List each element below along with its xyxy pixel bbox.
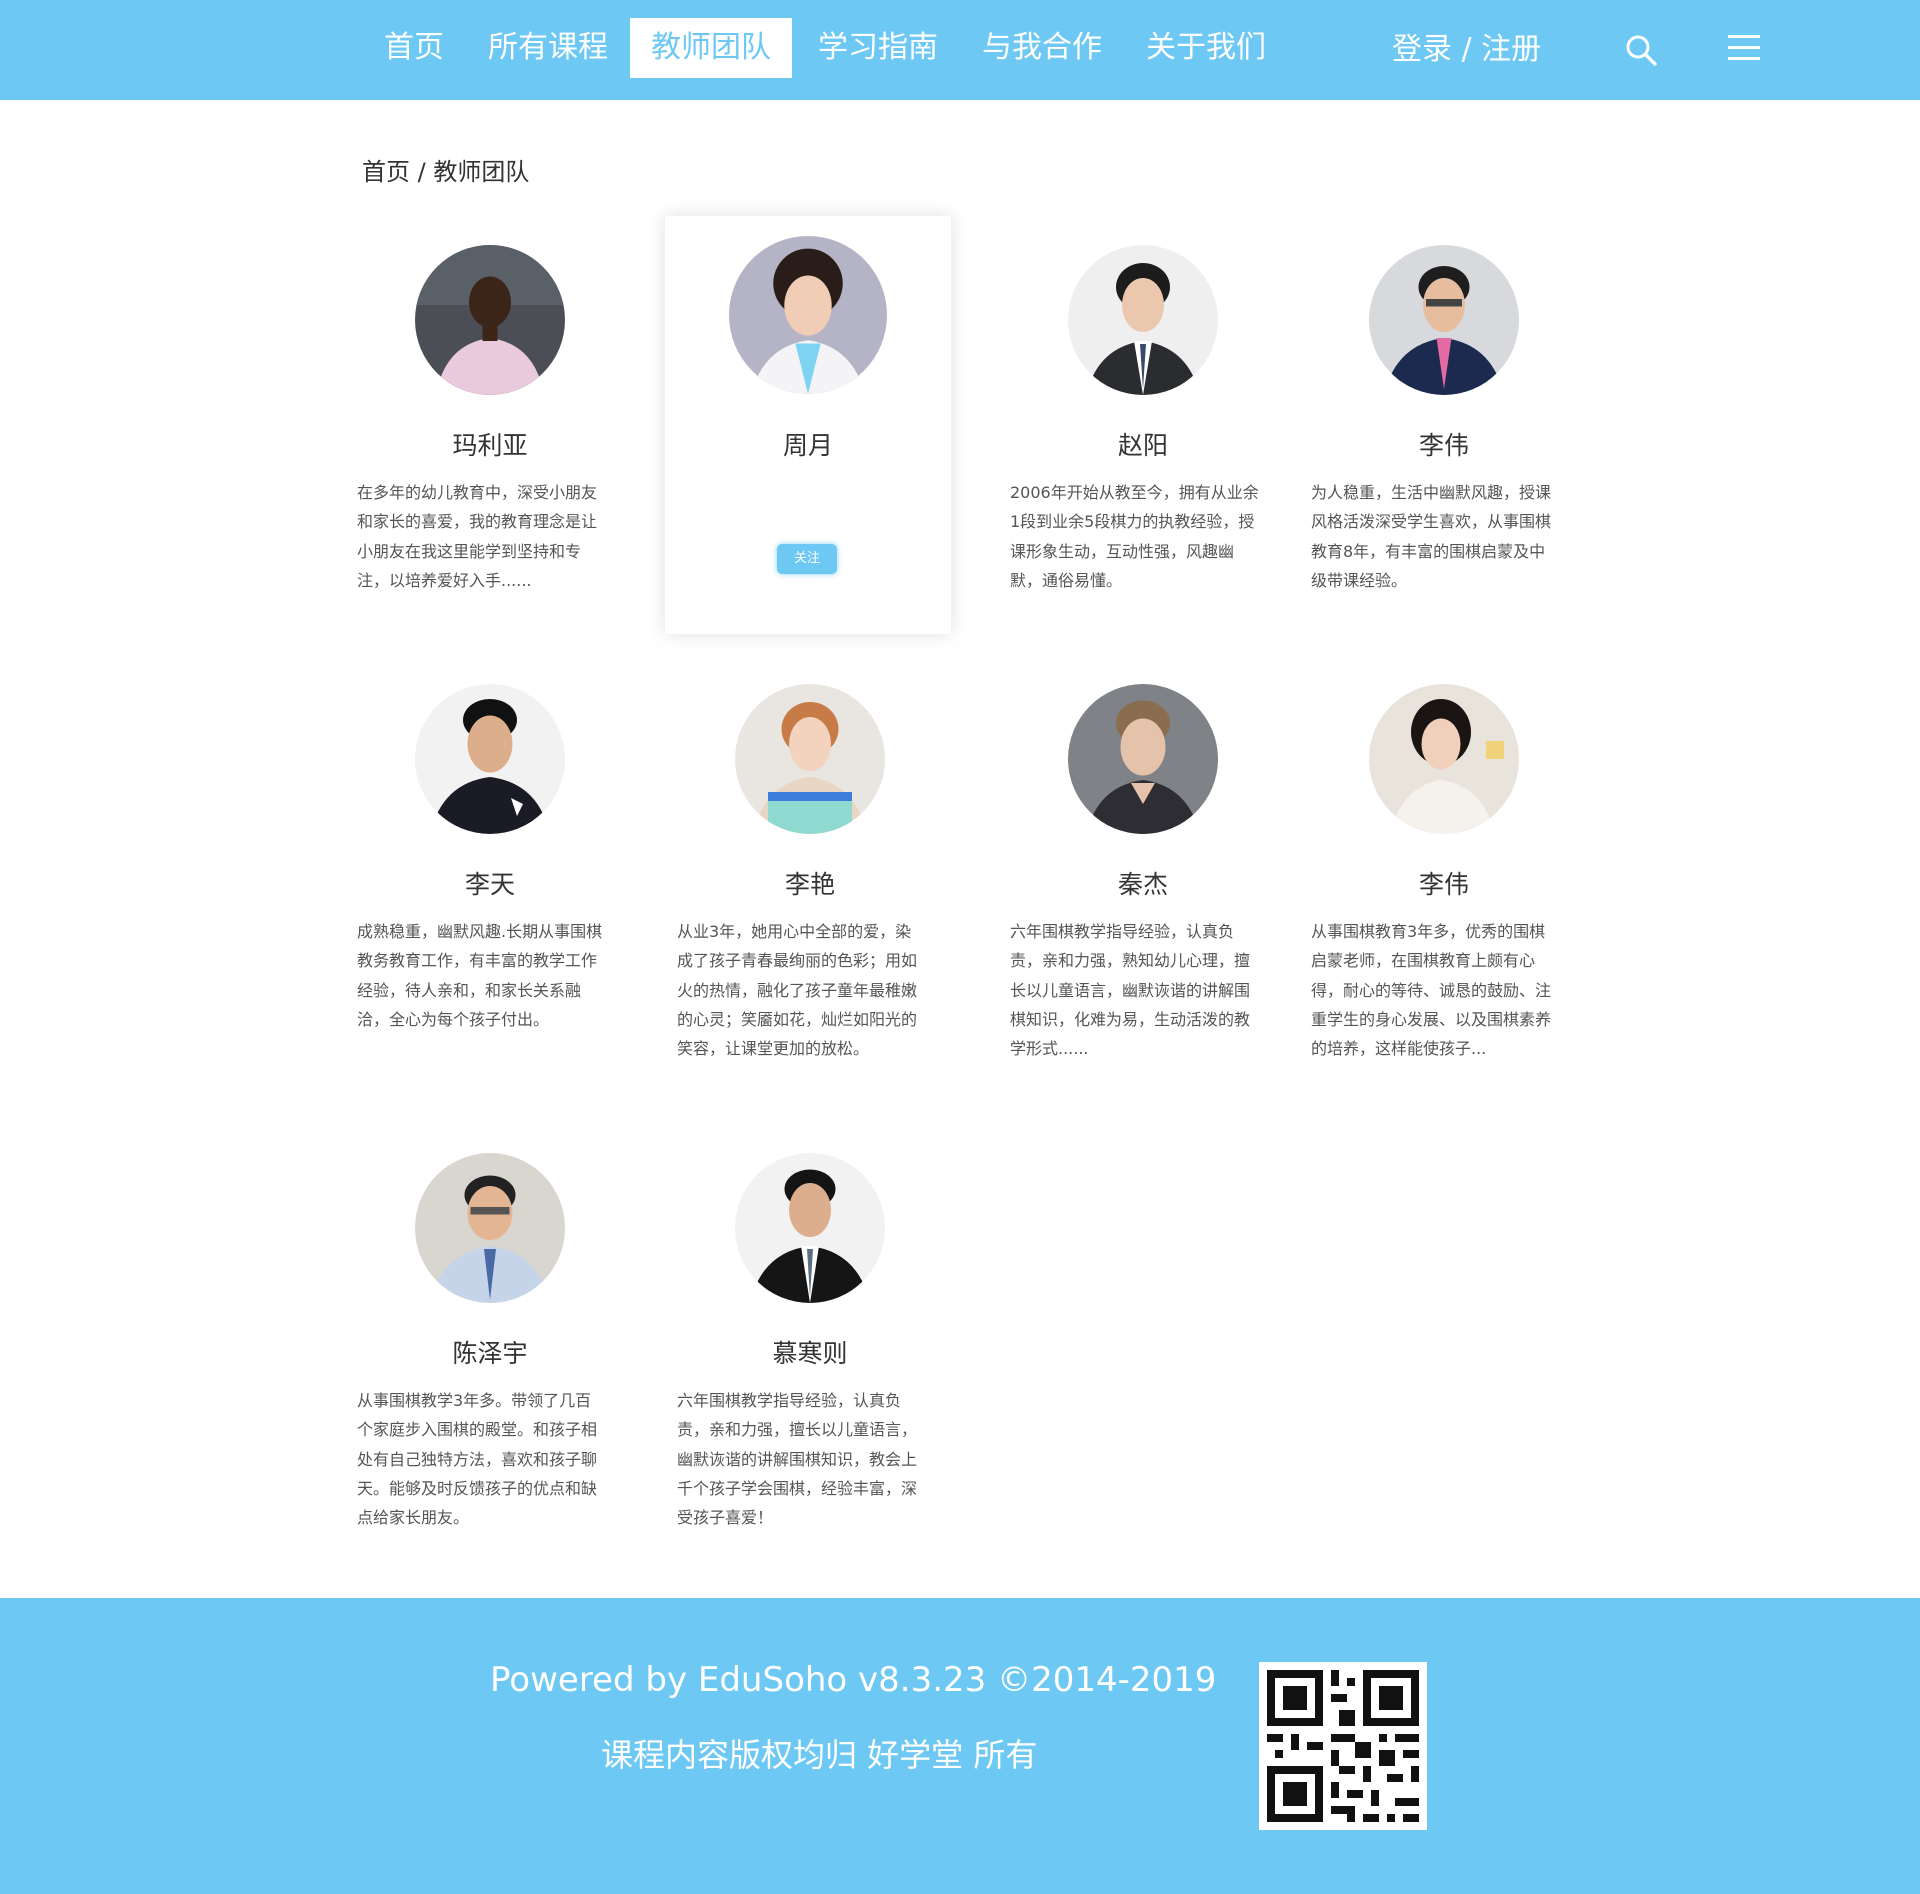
teacher-card[interactable]: 李艳 从业3年，她用心中全部的爱，染成了孩子青春最绚丽的色彩；用如火的热情，融化… [667, 655, 953, 1073]
qr-code-icon [1259, 1662, 1427, 1830]
teacher-avatar [1068, 245, 1218, 395]
hamburger-menu-icon[interactable] [1728, 33, 1760, 63]
teacher-name: 玛利亚 [452, 431, 528, 460]
teacher-card[interactable]: 赵阳 2006年开始从教至今，拥有从业余1段到业余5段棋力的执教经验，授课形象生… [1000, 216, 1286, 634]
top-nav-bar: 首页 所有课程 教师团队 学习指南 与我合作 关于我们 登录 / 注册 [0, 0, 1920, 100]
follow-button[interactable]: 关注 [777, 544, 837, 574]
teacher-name: 李艳 [784, 870, 835, 899]
teacher-description: 为人稳重，生活中幽默风趣，授课风格活泼深受学生喜欢，从事围棋教育8年，有丰富的围… [1311, 483, 1552, 590]
search-icon[interactable] [1624, 33, 1658, 67]
teacher-card[interactable]: 周月 关注 [665, 216, 951, 634]
teacher-name: 秦杰 [1117, 870, 1168, 899]
teacher-name: 李天 [464, 870, 515, 899]
nav-item-home[interactable]: 首页 [378, 18, 450, 78]
teacher-description: 六年围棋教学指导经验，认真负责，亲和力强，擅长以儿童语言，幽默诙谐的讲解围棋知识… [677, 1391, 918, 1528]
teacher-name: 赵阳 [1117, 431, 1168, 460]
teacher-card[interactable]: 李伟 从事围棋教育3年多，优秀的围棋启蒙老师，在围棋教育上颇有心得，耐心的等待、… [1301, 655, 1587, 1073]
teacher-card[interactable]: 李天 成熟稳重，幽默风趣.长期从事围棋教务教育工作，有丰富的教学工作经验，待人亲… [347, 655, 633, 1073]
teacher-description: 成熟稳重，幽默风趣.长期从事围棋教务教育工作，有丰富的教学工作经验，待人亲和，和… [357, 922, 603, 1029]
footer: Powered by EduSoho v8.3.23 ©2014-2019 课程… [0, 1598, 1920, 1894]
teacher-name: 李伟 [1418, 431, 1469, 460]
teacher-card[interactable]: 李伟 为人稳重，生活中幽默风趣，授课风格活泼深受学生喜欢，从事围棋教育8年，有丰… [1301, 216, 1587, 634]
teacher-avatar [1369, 684, 1519, 834]
teacher-description: 在多年的幼儿教育中，深受小朋友和家长的喜爱，我的教育理念是让小朋友在我这里能学到… [357, 483, 598, 590]
teacher-avatar [735, 684, 885, 834]
teacher-description: 2006年开始从教至今，拥有从业余1段到业余5段棋力的执教经验，授课形象生动，互… [1010, 483, 1259, 590]
nav-item-study-guide[interactable]: 学习指南 [814, 18, 942, 78]
nav-item-teachers[interactable]: 教师团队 [630, 18, 792, 78]
teacher-description: 六年围棋教学指导经验，认真负责，亲和力强，熟知幼儿心理，擅长以儿童语言，幽默诙谐… [1010, 922, 1251, 1059]
teacher-name: 陈泽宇 [452, 1339, 528, 1368]
teacher-card[interactable]: 陈泽宇 从事围棋教学3年多。带领了几百个家庭步入围棋的殿堂。和孩子相处有自己独特… [347, 1124, 633, 1542]
teacher-avatar [735, 1153, 885, 1303]
teacher-card[interactable]: 玛利亚 在多年的幼儿教育中，深受小朋友和家长的喜爱，我的教育理念是让小朋友在我这… [347, 216, 633, 634]
teacher-avatar [1068, 684, 1218, 834]
teacher-avatar [415, 245, 565, 395]
teacher-card[interactable]: 秦杰 六年围棋教学指导经验，认真负责，亲和力强，熟知幼儿心理，擅长以儿童语言，幽… [1000, 655, 1286, 1073]
breadcrumb: 首页 / 教师团队 [362, 158, 530, 186]
copyright-text: 课程内容版权均归 好学堂 所有 [601, 1736, 1038, 1774]
teacher-card[interactable]: 慕寒则 六年围棋教学指导经验，认真负责，亲和力强，擅长以儿童语言，幽默诙谐的讲解… [667, 1124, 953, 1542]
teacher-avatar [729, 236, 887, 394]
teacher-name: 周月 [782, 431, 833, 460]
nav-item-all-courses[interactable]: 所有课程 [484, 18, 612, 78]
login-register-link[interactable]: 登录 / 注册 [1392, 20, 1541, 80]
nav-item-cooperate[interactable]: 与我合作 [978, 18, 1106, 78]
teacher-description: 从业3年，她用心中全部的爱，染成了孩子青春最绚丽的色彩；用如火的热情，融化了孩子… [677, 922, 918, 1059]
teacher-avatar [1369, 245, 1519, 395]
teacher-name: 慕寒则 [772, 1339, 848, 1368]
nav-item-about-us[interactable]: 关于我们 [1142, 18, 1270, 78]
teacher-avatar [415, 1153, 565, 1303]
teacher-name: 李伟 [1418, 870, 1469, 899]
teacher-description: 从事围棋教学3年多。带领了几百个家庭步入围棋的殿堂。和孩子相处有自己独特方法，喜… [357, 1391, 598, 1528]
teacher-avatar [415, 684, 565, 834]
teacher-description: 从事围棋教育3年多，优秀的围棋启蒙老师，在围棋教育上颇有心得，耐心的等待、诚恳的… [1311, 922, 1552, 1059]
powered-by-text: Powered by EduSoho v8.3.23 ©2014-2019 [490, 1660, 1217, 1700]
